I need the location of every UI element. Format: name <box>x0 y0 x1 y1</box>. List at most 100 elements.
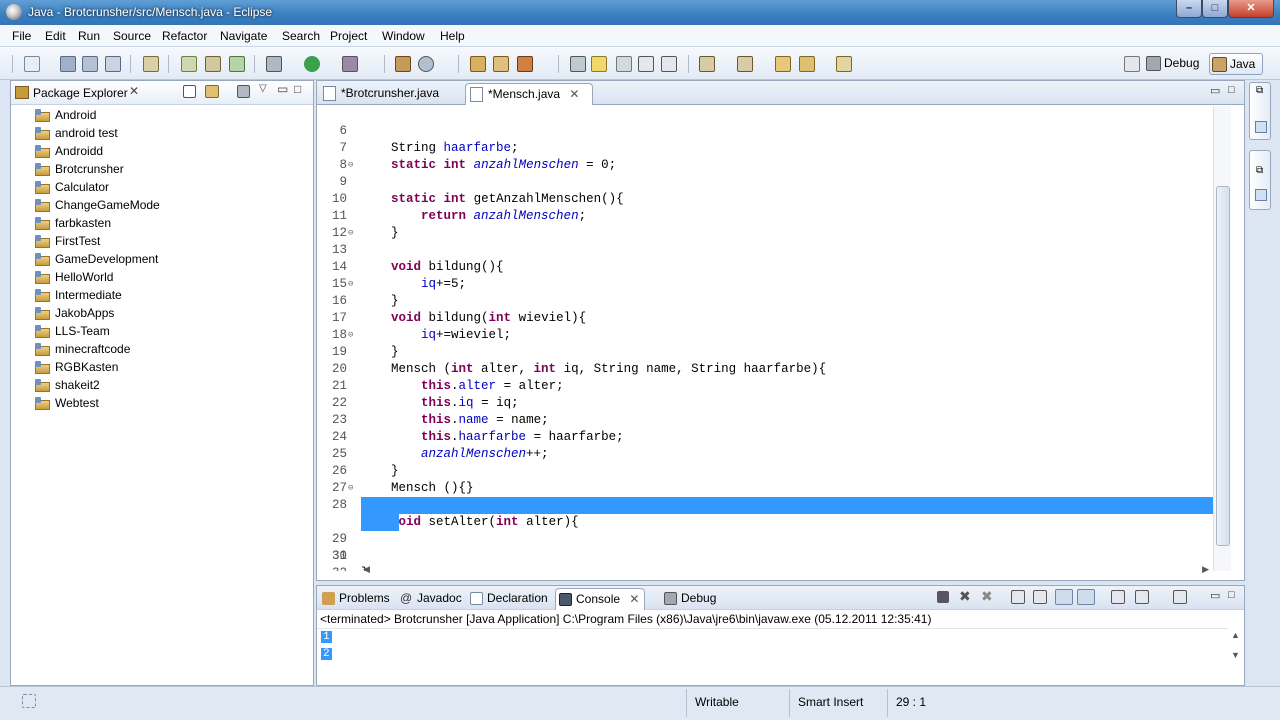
save-all-icon[interactable] <box>82 56 98 72</box>
code-text-area[interactable]: 6 String haarfarbe; 7 static int anzahlM… <box>317 106 1213 571</box>
terminal-icon[interactable] <box>143 56 159 72</box>
scroll-left-icon[interactable]: ◀ <box>363 564 370 575</box>
minimize-console-icon[interactable]: ▭ <box>1210 589 1220 602</box>
tab-declaration[interactable]: Declaration <box>467 588 553 610</box>
console-vertical-scrollbar[interactable]: ▲ ▼ <box>1228 628 1244 664</box>
menu-window[interactable]: Window <box>382 29 425 43</box>
run-icon[interactable] <box>304 56 320 72</box>
remove-launch-icon[interactable]: ✖ <box>959 588 971 605</box>
project-item[interactable]: android test <box>33 125 160 143</box>
project-item[interactable]: Android <box>33 107 160 125</box>
menu-run[interactable]: Run <box>78 29 100 43</box>
project-item[interactable]: RGBKasten <box>33 359 160 377</box>
perspective-debug-button[interactable]: Debug <box>1144 53 1206 75</box>
project-item[interactable]: FirstTest <box>33 233 160 251</box>
show-stdout-icon[interactable] <box>1055 589 1073 605</box>
close-console-icon[interactable]: ✕ <box>629 592 639 606</box>
project-item[interactable]: Webtest <box>33 395 160 413</box>
save-icon[interactable] <box>60 56 76 72</box>
close-tab-icon[interactable]: ✕ <box>569 87 579 101</box>
fold-toggle-icon[interactable]: ⊖ <box>348 276 353 293</box>
project-item[interactable]: Brotcrunsher <box>33 161 160 179</box>
collapse-all-icon[interactable] <box>183 85 196 98</box>
maximize-console-icon[interactable]: □ <box>1228 589 1235 601</box>
restore-view-icon[interactable]: ⧉ <box>1256 165 1263 176</box>
restore-view-icon[interactable]: ⧉ <box>1256 85 1263 96</box>
project-item[interactable]: JakobApps <box>33 305 160 323</box>
maximize-editor-icon[interactable]: □ <box>1228 84 1235 96</box>
menu-file[interactable]: File <box>12 29 31 43</box>
fold-toggle-icon[interactable]: ⊖ <box>348 327 353 344</box>
last-edit-location-icon[interactable] <box>775 56 791 72</box>
next-annotation-icon[interactable] <box>699 56 715 72</box>
display-console-icon[interactable] <box>1135 590 1149 604</box>
maximize-button[interactable]: □ <box>1202 0 1228 18</box>
new-java-project-icon[interactable] <box>181 56 197 72</box>
refresh-icon[interactable] <box>418 56 434 72</box>
menu-navigate[interactable]: Navigate <box>220 29 267 43</box>
project-item[interactable]: shakeit2 <box>33 377 160 395</box>
fold-toggle-icon[interactable]: ⊖ <box>348 157 353 174</box>
menu-help[interactable]: Help <box>440 29 465 43</box>
minimize-view-icon[interactable]: ▭ <box>277 82 288 96</box>
tab-debug[interactable]: Debug <box>661 588 721 610</box>
terminate-icon[interactable] <box>937 591 949 603</box>
previous-annotation-icon[interactable] <box>737 56 753 72</box>
chevron-down-icon[interactable]: ▽ <box>259 83 267 94</box>
fast-view-icon[interactable] <box>22 694 36 708</box>
menu-project[interactable]: Project <box>330 29 367 43</box>
outline-icon[interactable] <box>1255 121 1267 133</box>
tab-console[interactable]: Console ✕ <box>555 588 645 610</box>
debug-run-icon[interactable] <box>266 56 282 72</box>
view-menu-icon[interactable] <box>237 85 250 98</box>
menu-refactor[interactable]: Refactor <box>162 29 207 43</box>
fold-toggle-icon[interactable]: ⊖ <box>348 225 353 242</box>
link-with-editor-icon[interactable] <box>205 85 219 98</box>
task-list-icon[interactable] <box>1255 189 1267 201</box>
scroll-lock-icon[interactable] <box>1033 590 1047 604</box>
tab-brotcrunsher-java[interactable]: *Brotcrunsher.java <box>319 83 459 105</box>
pin-console-icon[interactable] <box>1111 590 1125 604</box>
search-icon[interactable] <box>517 56 533 72</box>
menu-edit[interactable]: Edit <box>45 29 66 43</box>
project-item[interactable]: HelloWorld <box>33 269 160 287</box>
project-item[interactable]: LLS-Team <box>33 323 160 341</box>
menu-search[interactable]: Search <box>282 29 320 43</box>
project-item[interactable]: farbkasten <box>33 215 160 233</box>
toggle-mark-icon[interactable] <box>616 56 632 72</box>
print-icon[interactable] <box>105 56 121 72</box>
clear-console-icon[interactable] <box>1011 590 1025 604</box>
new-class-icon[interactable] <box>229 56 245 72</box>
show-whitespace-icon[interactable] <box>661 56 677 72</box>
forward-arrow-icon[interactable] <box>836 56 852 72</box>
tab-problems[interactable]: Problems <box>319 588 393 610</box>
package-explorer-close-icon[interactable]: ✕ <box>129 84 139 98</box>
project-item[interactable]: ChangeGameMode <box>33 197 160 215</box>
close-window-button[interactable]: ✕ <box>1228 0 1274 18</box>
show-stderr-icon[interactable] <box>1077 589 1095 605</box>
open-folder-icon[interactable] <box>470 56 486 72</box>
maximize-view-icon[interactable]: □ <box>294 82 301 96</box>
new-file-icon[interactable] <box>24 56 40 72</box>
back-arrow-icon[interactable] <box>799 56 815 72</box>
tab-mensch-java[interactable]: *Mensch.java ✕ <box>465 83 593 105</box>
new-package-icon[interactable] <box>205 56 221 72</box>
scroll-up-icon[interactable]: ▲ <box>1231 630 1240 640</box>
open-resource-icon[interactable] <box>493 56 509 72</box>
project-item[interactable]: Androidd <box>33 143 160 161</box>
open-type-icon[interactable] <box>395 56 411 72</box>
scroll-right-icon[interactable]: ▶ <box>1202 564 1209 575</box>
block-selection-icon[interactable] <box>638 56 654 72</box>
package-explorer-title[interactable]: Package Explorer <box>33 86 128 100</box>
highlight-occurrences-icon[interactable] <box>591 56 607 72</box>
tab-javadoc[interactable]: @ Javadoc <box>397 588 463 610</box>
editor-vertical-scrollbar[interactable] <box>1213 106 1231 571</box>
annotation-icon[interactable] <box>570 56 586 72</box>
minimize-editor-icon[interactable]: ▭ <box>1210 84 1220 97</box>
project-item[interactable]: GameDevelopment <box>33 251 160 269</box>
remove-all-terminated-icon[interactable]: ✖ <box>981 588 993 605</box>
perspective-java-button[interactable]: Java <box>1209 53 1263 75</box>
scrollbar-thumb[interactable] <box>1216 186 1230 546</box>
project-item[interactable]: minecraftcode <box>33 341 160 359</box>
menu-source[interactable]: Source <box>113 29 151 43</box>
